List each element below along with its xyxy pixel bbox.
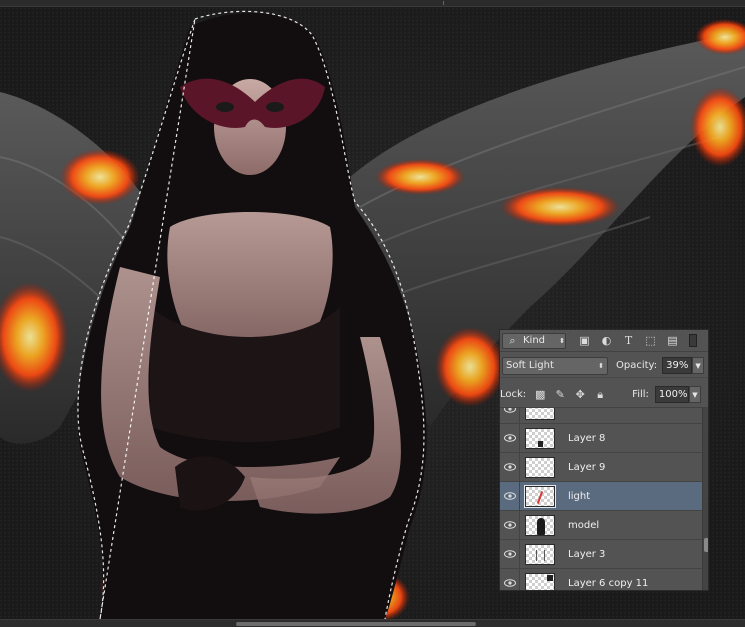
model-figure xyxy=(77,13,427,619)
layer-name: Layer 6 copy 11 xyxy=(568,577,649,589)
filter-toggle[interactable] xyxy=(689,334,697,347)
layer-name: Layer 9 xyxy=(568,461,606,473)
visibility-eye-icon[interactable] xyxy=(500,539,520,569)
filter-row: ⌕ Kind ⬍ ▣ ◐ T ⬚ ▤ xyxy=(500,330,708,352)
opacity-input[interactable]: 39% xyxy=(662,357,693,374)
visibility-eye-icon[interactable] xyxy=(500,408,520,424)
opacity-label: Opacity: xyxy=(616,360,658,371)
pixel-filter-icon[interactable]: ▣ xyxy=(578,334,591,347)
type-filter-icon[interactable]: T xyxy=(622,334,635,347)
lock-transparent-icon[interactable]: ▩ xyxy=(534,388,546,401)
filter-kind-label: Kind xyxy=(523,335,546,346)
blend-mode-select[interactable]: Soft Light ⬍ xyxy=(502,356,608,375)
chevron-down-icon: ▼ xyxy=(692,390,698,399)
layer-thumbnail xyxy=(525,427,555,449)
blend-mode-value: Soft Light xyxy=(506,360,554,371)
shape-filter-icon[interactable]: ⬚ xyxy=(644,334,657,347)
visibility-eye-icon[interactable] xyxy=(500,423,520,453)
chevron-down-icon: ▼ xyxy=(695,361,701,370)
chevron-updown-icon: ⬍ xyxy=(598,361,604,370)
visibility-eye-icon[interactable] xyxy=(500,452,520,482)
layer-name: light xyxy=(568,490,591,502)
layer-thumbnail xyxy=(525,543,555,565)
lock-label: Lock: xyxy=(500,389,527,400)
layer-row-selected[interactable]: light xyxy=(500,481,702,511)
ruler-tick xyxy=(443,1,444,5)
layers-scroll-thumb[interactable] xyxy=(704,538,708,552)
layer-row[interactable]: Layer 8 xyxy=(500,423,702,453)
layer-name: Layer 3 xyxy=(568,548,606,560)
layer-thumbnail xyxy=(525,572,555,590)
layer-row[interactable]: Layer 9 xyxy=(500,452,702,482)
layer-thumbnail xyxy=(524,484,556,508)
lock-all-icon[interactable]: 🔒︎ xyxy=(594,388,606,401)
visibility-eye-icon[interactable] xyxy=(500,568,520,590)
top-ruler xyxy=(0,0,745,7)
lock-position-icon[interactable]: ✥ xyxy=(574,388,586,401)
visibility-eye-icon[interactable] xyxy=(500,510,520,540)
layer-row[interactable]: model xyxy=(500,510,702,540)
chevron-updown-icon: ⬍ xyxy=(559,336,565,345)
opacity-value: 39% xyxy=(666,360,689,371)
horizontal-scrollbar[interactable] xyxy=(0,619,745,627)
layers-list: Layer 8 Layer 9 light model Layer 3 Laye… xyxy=(500,408,708,590)
layer-row[interactable] xyxy=(500,408,702,424)
layer-thumbnail xyxy=(525,456,555,478)
filter-kind-select[interactable]: ⌕ Kind ⬍ xyxy=(502,332,566,349)
visibility-eye-icon[interactable] xyxy=(500,481,520,511)
layer-name: model xyxy=(568,519,600,531)
layer-thumbnail xyxy=(525,408,555,420)
layer-row[interactable]: Layer 6 copy 11 xyxy=(500,568,702,590)
layer-name: Layer 8 xyxy=(568,432,606,444)
smart-object-filter-icon[interactable]: ▤ xyxy=(666,334,679,347)
search-icon: ⌕ xyxy=(509,333,516,347)
fill-value: 100% xyxy=(658,389,688,400)
layer-row[interactable]: Layer 3 xyxy=(500,539,702,569)
layer-thumbnail xyxy=(525,514,555,536)
fill-dropdown[interactable]: ▼ xyxy=(688,386,701,403)
fill-label: Fill: xyxy=(632,389,649,400)
horizontal-scroll-thumb[interactable] xyxy=(235,621,477,627)
layers-panel: ⌕ Kind ⬍ ▣ ◐ T ⬚ ▤ Soft Light ⬍ Opacity:… xyxy=(499,329,709,591)
layers-scrollbar[interactable] xyxy=(702,408,708,590)
lock-image-icon[interactable]: ✎ xyxy=(554,388,566,401)
lock-row: Lock: ▩ ✎ ✥ 🔒︎ Fill: 100% ▼ xyxy=(500,382,708,408)
blend-row: Soft Light ⬍ Opacity: 39% ▼ xyxy=(500,354,708,378)
fill-input[interactable]: 100% xyxy=(654,386,689,403)
adjustment-filter-icon[interactable]: ◐ xyxy=(600,334,613,347)
opacity-dropdown[interactable]: ▼ xyxy=(692,357,705,374)
